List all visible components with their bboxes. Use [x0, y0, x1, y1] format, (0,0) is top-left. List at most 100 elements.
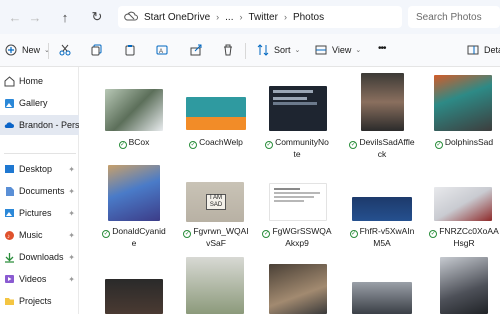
copy-icon [90, 43, 104, 57]
file-thumbnail-row3-5[interactable] [440, 257, 488, 314]
chevron-right-icon: › [239, 12, 243, 22]
chevron-right-icon: › [216, 12, 220, 22]
breadcrumb-item-start-onedrive[interactable]: Start OneDrive [144, 12, 210, 23]
sort-icon [256, 43, 270, 57]
desktop-icon [4, 164, 15, 175]
sidebar-item-gallery[interactable]: Gallery [0, 93, 79, 113]
back-arrow-icon[interactable]: ← [4, 6, 26, 28]
breadcrumb-item-photos[interactable]: Photos [293, 12, 324, 23]
clipboard-icon [123, 43, 137, 57]
pictures-icon [4, 208, 15, 219]
sidebar-item-home[interactable]: Home [0, 71, 79, 91]
file-label-fgvrwn[interactable]: ✓ Fgvrwn_WQAI vSaF [177, 226, 255, 249]
file-thumbnail-fhfr[interactable] [352, 197, 412, 221]
sidebar-item-label: Documents [19, 186, 65, 196]
file-label-fhfr[interactable]: ✓ FhfR-v5XwAIn M5A [343, 226, 421, 249]
file-thumbnail-fnrzcc0xoaa[interactable] [434, 187, 492, 221]
file-thumbnail-communitynote[interactable] [269, 86, 327, 131]
sync-check-icon: ✓ [262, 230, 271, 238]
file-label-fgwgrsswqa[interactable]: ✓ FgWGrSSWQA Akxp9 [258, 226, 336, 249]
file-thumbnail-row3-4[interactable] [352, 282, 412, 314]
file-label-coachwelp[interactable]: ✓ CoachWelp [177, 137, 255, 149]
svg-text:A: A [159, 49, 163, 55]
new-button[interactable]: New ⌄ [4, 43, 50, 57]
file-thumbnail-row3-1[interactable] [105, 279, 163, 314]
file-label-bcox[interactable]: ✓ BCox [95, 137, 173, 149]
sidebar-item-music[interactable]: ♪ Music ✦ [0, 225, 79, 245]
sidebar-item-downloads[interactable]: Downloads ✦ [0, 247, 79, 267]
paste-button[interactable] [123, 43, 137, 57]
pin-icon[interactable]: ✦ [68, 165, 75, 174]
file-label-devilssadaffleck[interactable]: ✓ DevilsSadAffle ck [343, 137, 421, 160]
pin-icon[interactable]: ✦ [68, 275, 75, 284]
sync-check-icon: ✓ [102, 230, 111, 238]
file-thumbnail-donaldcyanide[interactable] [108, 165, 160, 221]
folder-icon [4, 296, 15, 307]
view-button-label: View [332, 45, 352, 55]
file-label-donaldcyanide[interactable]: ✓ DonaldCyanid e [95, 226, 173, 249]
rename-button[interactable]: A [155, 43, 169, 57]
pin-icon[interactable]: ✦ [68, 209, 75, 218]
sidebar-item-pictures[interactable]: Pictures ✦ [0, 203, 79, 223]
more-options-button[interactable]: ••• [378, 43, 386, 54]
file-thumbnail-devilssadaffleck[interactable] [361, 73, 404, 131]
downloads-icon [4, 252, 15, 263]
share-icon [189, 43, 203, 57]
file-label-communitynote[interactable]: ✓ CommunityNo te [258, 137, 336, 160]
share-button[interactable] [189, 43, 203, 57]
sidebar-item-label: Pictures [19, 208, 52, 218]
sidebar-item-projects[interactable]: Projects [0, 291, 79, 311]
sync-check-icon: ✓ [189, 141, 198, 149]
file-thumbnail-dolphinssad[interactable] [434, 75, 492, 131]
search-input[interactable]: Search Photos [408, 6, 500, 28]
sidebar-item-label: Videos [19, 274, 47, 284]
sync-check-icon: ✓ [434, 141, 443, 149]
sidebar-item-desktop[interactable]: Desktop ✦ [0, 159, 79, 179]
sort-button-label: Sort [274, 45, 291, 55]
breadcrumb-overflow[interactable]: ... [225, 12, 233, 23]
rename-icon: A [155, 43, 169, 57]
navigation-pane: Home Gallery Brandon - Perso Desktop ✦ D… [0, 67, 79, 314]
svg-text:♪: ♪ [7, 234, 10, 240]
sidebar-item-onedrive[interactable]: Brandon - Perso [0, 115, 79, 135]
file-thumbnail-bcox[interactable] [105, 89, 163, 131]
file-thumbnail-row3-2[interactable] [186, 257, 244, 314]
file-label-dolphinssad[interactable]: ✓ DolphinsSad [425, 137, 500, 149]
file-thumbnail-row3-3[interactable] [269, 264, 327, 314]
cloud-sync-icon [124, 11, 138, 23]
sync-check-icon: ✓ [265, 141, 274, 149]
cut-button[interactable] [58, 43, 72, 57]
sync-check-icon: ✓ [118, 141, 127, 149]
breadcrumb-item-twitter[interactable]: Twitter [248, 12, 277, 23]
toolbar-divider [245, 43, 246, 59]
sort-button[interactable]: Sort ⌄ [256, 43, 300, 57]
file-label-fnrzcc0xoaa[interactable]: ✓ FNRZCc0XoAA HsgR [425, 226, 500, 249]
delete-button[interactable] [221, 43, 235, 57]
up-arrow-icon[interactable]: ↑ [54, 6, 76, 28]
breadcrumb[interactable]: Start OneDrive › ... › Twitter › Photos [118, 6, 402, 28]
sync-check-icon: ✓ [349, 141, 358, 149]
sidebar-item-label: Home [19, 76, 44, 86]
cloud-icon [4, 120, 15, 131]
sidebar-item-label: Downloads [19, 252, 64, 262]
trash-icon [221, 43, 235, 57]
file-thumbnail-fgwgrsswqa[interactable] [269, 183, 327, 221]
file-thumbnail-fgvrwn[interactable]: I AM SAD [186, 182, 244, 222]
file-thumbnail-coachwelp[interactable] [186, 97, 246, 130]
copy-button[interactable] [90, 43, 104, 57]
sidebar-item-documents[interactable]: Documents ✦ [0, 181, 79, 201]
refresh-icon[interactable]: ↻ [86, 6, 108, 28]
sidebar-item-label: Brandon - Perso [19, 120, 79, 130]
forward-arrow-icon[interactable]: → [24, 6, 46, 28]
details-button-label: Deta [484, 45, 500, 55]
details-button[interactable]: Deta [466, 43, 500, 57]
pin-icon[interactable]: ✦ [68, 231, 75, 240]
sidebar-item-label: Music [19, 230, 43, 240]
chevron-right-icon: › [283, 12, 287, 22]
pin-icon[interactable]: ✦ [68, 253, 75, 262]
toolbar-divider [48, 43, 49, 59]
sidebar-item-videos[interactable]: Videos ✦ [0, 269, 79, 289]
view-button[interactable]: View ⌄ [314, 43, 361, 57]
music-icon: ♪ [4, 230, 15, 241]
pin-icon[interactable]: ✦ [68, 187, 75, 196]
